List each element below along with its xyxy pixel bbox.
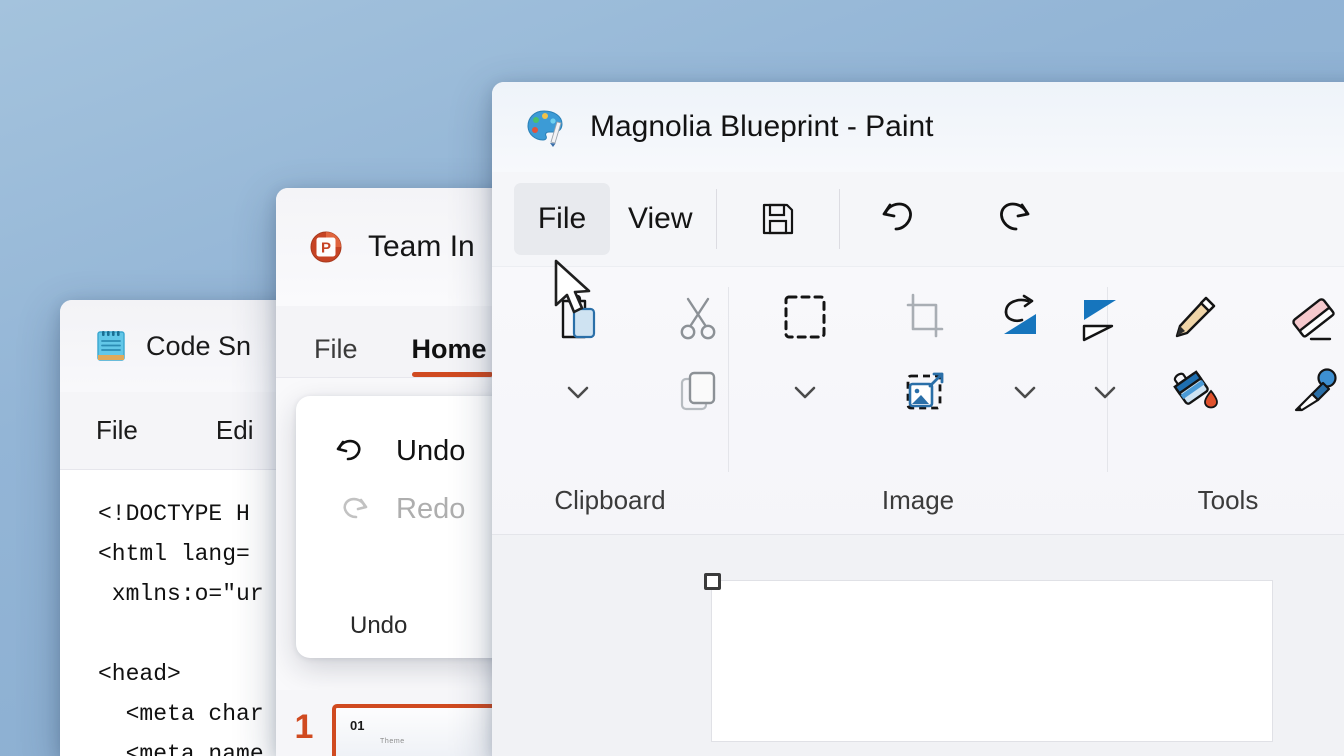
crop-button[interactable] xyxy=(865,291,985,345)
ppt-tab-file[interactable]: File xyxy=(314,334,358,377)
fill-bucket-button[interactable] xyxy=(1134,364,1254,420)
ribbon-group-tools: Tools xyxy=(1108,267,1344,534)
floppy-save-icon xyxy=(758,199,798,239)
pencil-icon xyxy=(1166,290,1222,346)
toolbar-separator-2 xyxy=(839,189,841,249)
slide-thumb-title: 01 xyxy=(350,718,365,733)
slide-thumb-subtitle: Theme xyxy=(380,738,405,745)
paint-save-button[interactable] xyxy=(723,183,833,255)
paint-palette-icon xyxy=(524,106,566,148)
flyout-undo-label: Undo xyxy=(396,434,466,467)
redo-arrow-icon xyxy=(987,197,1035,241)
select-button[interactable] xyxy=(745,289,865,347)
svg-text:P: P xyxy=(321,240,331,257)
desktop: Code Sn File Edi <!DOCTYPE H <html lang=… xyxy=(0,0,1344,756)
undo-arrow-icon xyxy=(332,434,372,468)
slide-number: 1 xyxy=(294,708,314,746)
paint-canvas-area[interactable] xyxy=(492,534,1344,756)
ribbon-group-clipboard: Clipboard xyxy=(492,267,728,534)
eraser-icon xyxy=(1286,291,1342,345)
paint-window-titlebar[interactable]: Magnolia Blueprint - Paint xyxy=(492,82,1344,172)
eraser-tool-button[interactable] xyxy=(1254,291,1344,345)
ppt-window-title: Team In xyxy=(368,230,475,263)
rotate-dropdown-button[interactable] xyxy=(1002,380,1048,404)
paint-canvas[interactable] xyxy=(712,581,1272,741)
canvas-resize-handle[interactable] xyxy=(704,573,721,590)
code-menu-file[interactable]: File xyxy=(96,415,138,446)
code-window-title: Code Sn xyxy=(146,330,252,361)
paste-button[interactable] xyxy=(518,289,638,347)
paste-icon xyxy=(551,289,605,347)
rotate-dropdown-chevron-icon xyxy=(1009,380,1041,404)
crop-icon xyxy=(898,291,952,345)
paste-dropdown-button[interactable] xyxy=(518,380,638,404)
resize-image-button[interactable] xyxy=(865,366,985,418)
copy-icon xyxy=(673,365,723,419)
paint-window-title: Magnolia Blueprint - Paint xyxy=(590,110,934,143)
cut-scissors-icon xyxy=(672,291,724,345)
paste-dropdown-chevron-icon xyxy=(561,380,595,404)
fill-bucket-icon xyxy=(1166,364,1222,420)
rotate-icon xyxy=(996,292,1054,344)
select-rectangle-icon xyxy=(776,289,834,347)
eyedropper-tool-button[interactable] xyxy=(1254,364,1344,420)
undo-arrow-icon xyxy=(877,197,925,241)
code-menu-edit[interactable]: Edi xyxy=(216,415,254,446)
paint-undo-button[interactable] xyxy=(846,183,956,255)
select-dropdown-chevron-icon xyxy=(788,380,822,404)
paint-ribbon: Clipboard Image Tools xyxy=(492,266,1344,534)
paint-window[interactable]: Magnolia Blueprint - Paint File View Cli… xyxy=(492,82,1344,756)
toolbar-separator-1 xyxy=(716,189,718,249)
rotate-button[interactable] xyxy=(985,292,1065,344)
ribbon-group-label-image: Image xyxy=(881,485,955,515)
pencil-tool-button[interactable] xyxy=(1134,290,1254,346)
ppt-tab-home[interactable]: Home xyxy=(411,334,493,377)
flyout-caption: Undo xyxy=(350,612,408,639)
powerpoint-icon: P xyxy=(306,227,346,267)
resize-image-icon xyxy=(898,366,952,418)
notepad-icon xyxy=(94,328,128,364)
redo-arrow-icon xyxy=(332,492,372,526)
eyedropper-icon xyxy=(1286,364,1342,420)
paint-toolbar: File View xyxy=(492,172,1344,266)
paint-redo-button[interactable] xyxy=(956,183,1066,255)
paint-view-button[interactable]: View xyxy=(610,183,710,255)
paint-file-button[interactable]: File xyxy=(514,183,610,255)
flyout-redo-label: Redo xyxy=(396,492,466,525)
select-dropdown-button[interactable] xyxy=(745,380,865,404)
ribbon-group-label-tools: Tools xyxy=(1197,485,1259,515)
ribbon-group-image: Image xyxy=(729,267,1116,534)
ribbon-group-label-clipboard: Clipboard xyxy=(554,485,666,515)
